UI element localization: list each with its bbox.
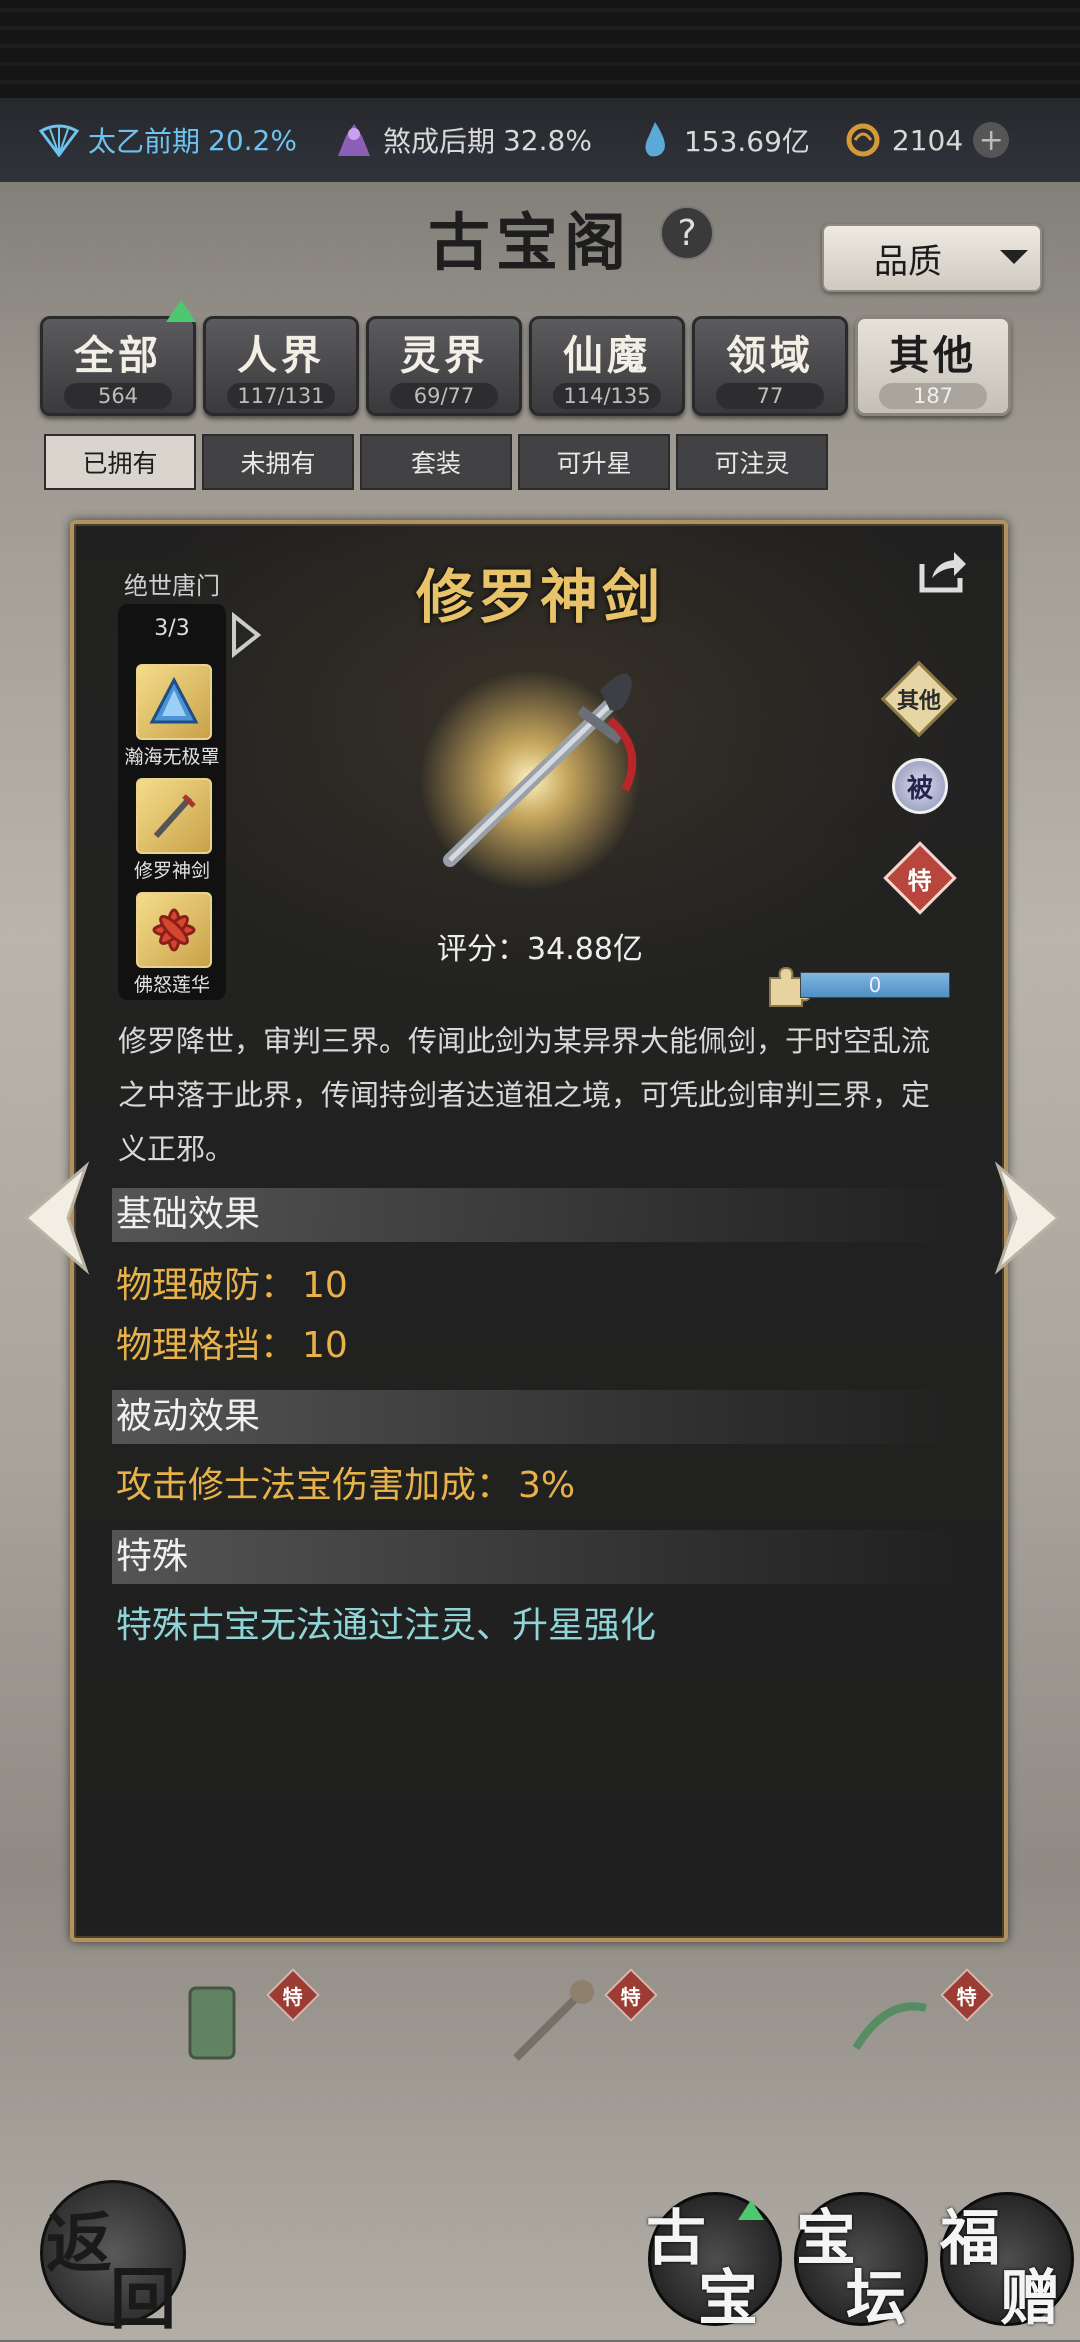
tab-label: 人界 xyxy=(237,332,325,379)
base-stat: 物理破防： 10 xyxy=(116,1256,348,1308)
tab-spirit-realm[interactable]: 灵界 69/77 xyxy=(366,316,522,416)
filter-set[interactable]: 套装 xyxy=(360,434,512,490)
realm2-label: 煞成后期 xyxy=(382,125,495,158)
demon-icon xyxy=(333,119,375,161)
filter-not-owned[interactable]: 未拥有 xyxy=(202,434,354,490)
share-icon[interactable] xyxy=(918,548,968,594)
tab-immortal-demon[interactable]: 仙魔 114/135 xyxy=(529,316,685,416)
bottom-item-vine-icon[interactable] xyxy=(836,1968,946,2078)
badge-label: 特 xyxy=(957,1984,977,2009)
tab-count: 69/77 xyxy=(390,383,498,409)
coin-value: 2104 xyxy=(891,123,964,157)
quality-dropdown[interactable]: 品质 xyxy=(822,224,1042,292)
set-item-shield-icon[interactable] xyxy=(136,664,212,740)
resource-bar: 太乙前期 20.2% 煞成后期 32.8% 153.69亿 2104 + xyxy=(0,98,1080,182)
nav-label: 坛 xyxy=(846,2264,906,2334)
nav-label: 古 xyxy=(646,2204,706,2274)
add-coin-button[interactable]: + xyxy=(973,122,1010,158)
tab-count: 114/135 xyxy=(553,383,661,409)
next-item-arrow-icon[interactable] xyxy=(988,1158,1068,1278)
set-item-name: 佛怒莲华 xyxy=(133,974,210,996)
back-label-2: 回 xyxy=(110,2260,176,2338)
tab-other[interactable]: 其他 187 xyxy=(855,316,1011,416)
realm1-percent: 20.2% xyxy=(208,123,297,157)
coin-icon xyxy=(842,119,884,161)
tab-label: 全部 xyxy=(74,332,162,379)
tab-label: 灵界 xyxy=(400,332,488,379)
special-badge: 特 xyxy=(940,1968,994,2022)
tab-all[interactable]: 全部 564 xyxy=(40,316,196,416)
tab-count: 117/131 xyxy=(227,383,335,409)
help-button[interactable]: ? xyxy=(660,206,714,260)
tab-count: 77 xyxy=(716,383,824,409)
filter-infuse[interactable]: 可注灵 xyxy=(676,434,828,490)
set-progress: 3/3 xyxy=(154,616,190,641)
tab-count: 564 xyxy=(64,383,172,409)
tab-human-realm[interactable]: 人界 117/131 xyxy=(203,316,359,416)
stat-label: 物理破防： xyxy=(116,1265,297,1306)
badge-label: 特 xyxy=(908,866,932,895)
stat-value: 10 xyxy=(302,1325,348,1366)
spirit-value: 153.69亿 xyxy=(683,125,810,158)
realm1-label: 太乙前期 xyxy=(88,125,201,158)
set-item-sword-icon[interactable] xyxy=(136,778,212,854)
badge-label: 其他 xyxy=(896,688,942,714)
previous-item-arrow-icon[interactable] xyxy=(16,1158,96,1278)
tab-domain[interactable]: 领域 77 xyxy=(692,316,848,416)
realm-cultivation-1[interactable]: 太乙前期 20.2% xyxy=(38,119,297,161)
set-expand-arrow-icon[interactable] xyxy=(230,611,262,659)
tab-label: 其他 xyxy=(889,332,977,379)
upgrade-arrow-icon xyxy=(738,2200,764,2220)
special-badge: 特 xyxy=(266,1968,320,2022)
item-description: 修罗降世，审判三界。传闻此剑为某异界大能佩剑，于时空乱流之中落于此界，传闻持剑者… xyxy=(118,1024,931,1166)
passive-effect-heading: 被动效果 xyxy=(112,1390,966,1444)
set-name: 绝世唐门 xyxy=(124,572,220,600)
bottom-item-jade-icon[interactable] xyxy=(160,1968,270,2078)
badge-label: 特 xyxy=(283,1984,303,2009)
stat-value: 3% xyxy=(518,1465,576,1506)
sword-icon xyxy=(400,640,700,900)
chevron-down-icon xyxy=(1000,250,1028,264)
fan-icon xyxy=(38,119,80,161)
set-item-name: 瀚海无极罩 xyxy=(124,746,220,768)
bottom-item-staff-icon[interactable] xyxy=(496,1968,606,2078)
fragment-progress-value: 0 xyxy=(868,973,882,997)
nav-label: 福 xyxy=(940,2204,1000,2274)
spirit-drop-icon xyxy=(634,119,676,161)
status-bar xyxy=(0,0,1080,98)
filter-star-up[interactable]: 可升星 xyxy=(518,434,670,490)
set-item-name: 修罗神剑 xyxy=(133,860,210,882)
base-stat: 物理格挡： 10 xyxy=(116,1316,348,1368)
filter-owned[interactable]: 已拥有 xyxy=(44,434,196,490)
tab-label: 领域 xyxy=(726,332,814,379)
nav-label: 宝 xyxy=(698,2264,758,2334)
tab-label: 仙魔 xyxy=(563,332,651,379)
stat-value: 10 xyxy=(302,1265,348,1306)
stat-label: 物理格挡： xyxy=(116,1325,297,1366)
stat-label: 攻击修士法宝伤害加成： xyxy=(116,1465,513,1506)
special-badge: 特 xyxy=(604,1968,658,2022)
passive-stat: 攻击修士法宝伤害加成： 3% xyxy=(116,1456,575,1508)
realm-cultivation-2[interactable]: 煞成后期 32.8% xyxy=(333,119,592,161)
nav-label: 赠 xyxy=(1000,2264,1060,2334)
realm2-percent: 32.8% xyxy=(502,123,592,157)
base-effect-heading: 基础效果 xyxy=(112,1188,966,1242)
coin-counter[interactable]: 2104 + xyxy=(842,119,1010,161)
special-heading: 特殊 xyxy=(112,1530,966,1584)
page-title: 古宝阁 xyxy=(428,206,633,279)
badge-label: 特 xyxy=(621,1984,641,2009)
quality-dropdown-label: 品质 xyxy=(874,241,942,282)
spirit-stone-counter[interactable]: 153.69亿 xyxy=(634,119,810,161)
tab-count: 187 xyxy=(879,383,987,409)
special-description: 特殊古宝无法通过注灵、升星强化 xyxy=(116,1605,657,1646)
upgrade-arrow-icon xyxy=(166,300,196,322)
back-label-1: 返 xyxy=(46,2204,112,2282)
fragment-progress-bar: 0 xyxy=(800,972,950,998)
passive-badge: 被 xyxy=(892,758,948,814)
item-score: 评分：34.88亿 xyxy=(437,932,643,967)
